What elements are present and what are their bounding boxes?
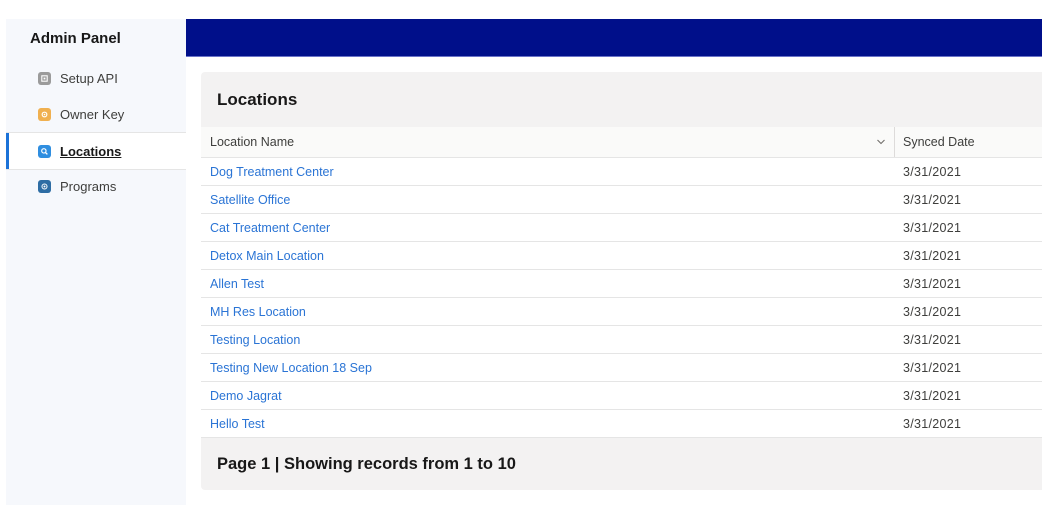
location-link[interactable]: Hello Test bbox=[210, 417, 265, 431]
synced-date-cell: 3/31/2021 bbox=[903, 416, 962, 431]
search-icon bbox=[38, 144, 51, 158]
sidebar-item-setup-api[interactable]: Setup API bbox=[6, 60, 186, 96]
column-header-location-name[interactable]: Location Name bbox=[201, 127, 894, 157]
location-link[interactable]: MH Res Location bbox=[210, 305, 306, 319]
location-link[interactable]: Allen Test bbox=[210, 277, 264, 291]
sidebar-item-programs[interactable]: Programs bbox=[6, 168, 186, 204]
location-link[interactable]: Satellite Office bbox=[210, 193, 290, 207]
sidebar-item-locations[interactable]: Locations bbox=[6, 132, 186, 170]
sidebar-title: Admin Panel bbox=[30, 30, 121, 47]
synced-date-cell: 3/31/2021 bbox=[903, 332, 962, 347]
synced-date-cell: 3/31/2021 bbox=[903, 304, 962, 319]
table-row: Cat Treatment Center 3/31/2021 bbox=[201, 214, 1042, 242]
sidebar-item-label: Locations bbox=[60, 143, 122, 159]
location-name-cell: Testing New Location 18 Sep bbox=[201, 354, 894, 381]
location-link[interactable]: Detox Main Location bbox=[210, 249, 324, 263]
sidebar-item-label: Owner Key bbox=[60, 106, 125, 122]
header-bar bbox=[186, 19, 1042, 57]
synced-date-cell: 3/31/2021 bbox=[903, 388, 962, 403]
page-title: Locations bbox=[217, 90, 298, 109]
location-name-cell: Allen Test bbox=[201, 270, 894, 297]
sidebar-item-label: Programs bbox=[60, 178, 117, 194]
location-link[interactable]: Testing New Location 18 Sep bbox=[210, 361, 372, 375]
column-header-label: Synced Date bbox=[903, 135, 975, 149]
location-name-cell: Testing Location bbox=[201, 326, 894, 353]
table-row: Testing New Location 18 Sep 3/31/2021 bbox=[201, 354, 1042, 382]
location-name-cell: Demo Jagrat bbox=[201, 382, 894, 409]
sidebar: Admin Panel Setup API Owner Key Location… bbox=[6, 19, 186, 505]
location-name-cell: Dog Treatment Center bbox=[201, 158, 894, 185]
location-name-cell: Cat Treatment Center bbox=[201, 214, 894, 241]
synced-date-cell: 3/31/2021 bbox=[903, 164, 962, 179]
sidebar-item-label: Setup API bbox=[60, 70, 118, 86]
table-row: Testing Location 3/31/2021 bbox=[201, 326, 1042, 354]
location-link[interactable]: Testing Location bbox=[210, 333, 300, 347]
table-row: MH Res Location 3/31/2021 bbox=[201, 298, 1042, 326]
column-header-label: Location Name bbox=[210, 135, 295, 149]
synced-date-cell: 3/31/2021 bbox=[903, 220, 962, 235]
table-row: Detox Main Location 3/31/2021 bbox=[201, 242, 1042, 270]
location-link[interactable]: Cat Treatment Center bbox=[210, 221, 330, 235]
table-row: Demo Jagrat 3/31/2021 bbox=[201, 382, 1042, 410]
table-header: Location Name Synced Date bbox=[201, 127, 1042, 158]
location-link[interactable]: Demo Jagrat bbox=[210, 389, 282, 403]
table-row: Dog Treatment Center 3/31/2021 bbox=[201, 158, 1042, 186]
pagination-status: Page 1 | Showing records from 1 to 10 bbox=[217, 455, 516, 473]
programs-icon bbox=[38, 179, 51, 193]
location-name-cell: Hello Test bbox=[201, 410, 894, 437]
location-name-cell: Satellite Office bbox=[201, 186, 894, 213]
location-name-cell: Detox Main Location bbox=[201, 242, 894, 269]
locations-card: Locations Location Name Synced Date Dog … bbox=[201, 72, 1042, 490]
table-body: Dog Treatment Center 3/31/2021 Satellite O… bbox=[201, 158, 1042, 438]
sidebar-item-owner-key[interactable]: Owner Key bbox=[6, 96, 186, 132]
synced-date-cell: 3/31/2021 bbox=[903, 192, 962, 207]
key-icon bbox=[38, 107, 51, 121]
table-row: Satellite Office 3/31/2021 bbox=[201, 186, 1042, 214]
location-name-cell: MH Res Location bbox=[201, 298, 894, 325]
column-header-synced-date[interactable]: Synced Date bbox=[894, 127, 1042, 157]
chevron-down-icon[interactable] bbox=[876, 137, 886, 147]
synced-date-cell: 3/31/2021 bbox=[903, 248, 962, 263]
api-icon bbox=[38, 71, 51, 85]
synced-date-cell: 3/31/2021 bbox=[903, 360, 962, 375]
synced-date-cell: 3/31/2021 bbox=[903, 276, 962, 291]
table-row: Hello Test 3/31/2021 bbox=[201, 410, 1042, 438]
locations-table: Location Name Synced Date Dog Treatment … bbox=[201, 127, 1042, 438]
table-row: Allen Test 3/31/2021 bbox=[201, 270, 1042, 298]
location-link[interactable]: Dog Treatment Center bbox=[210, 165, 334, 179]
